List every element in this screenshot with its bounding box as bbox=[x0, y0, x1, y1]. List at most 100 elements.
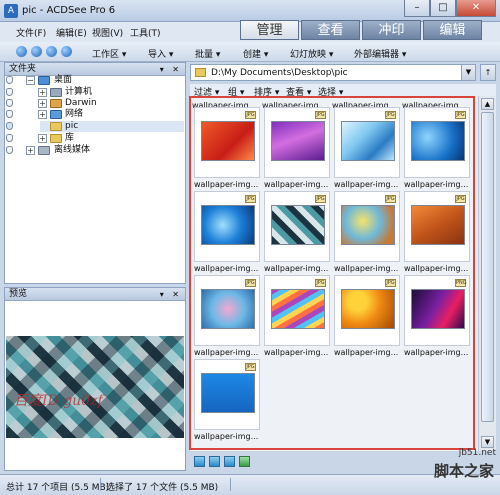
thumbnail-item[interactable]: JPG wallpaper-img... bbox=[404, 107, 472, 189]
expand-icon[interactable]: + bbox=[38, 134, 47, 143]
file-type-badge: JPG bbox=[245, 111, 256, 119]
collapse-icon[interactable]: − bbox=[26, 76, 35, 85]
thumbnail-item[interactable]: JPG wallpaper-img... bbox=[264, 275, 332, 357]
thumbnail-card[interactable]: JPG bbox=[264, 191, 330, 262]
file-name-label: wallpaper-img... bbox=[264, 264, 329, 273]
thumbnail-item[interactable]: JPG wallpaper-img... bbox=[264, 191, 332, 273]
thumbnail-size-icon[interactable] bbox=[209, 456, 220, 467]
thumbnail-card[interactable]: JPG bbox=[404, 107, 470, 178]
mode-tab-edit[interactable]: 编辑 bbox=[423, 20, 482, 40]
toolbar-import[interactable]: 导入 ▾ bbox=[148, 47, 173, 60]
pin-icon[interactable] bbox=[6, 146, 13, 154]
pin-icon[interactable] bbox=[6, 122, 13, 130]
file-type-badge: JPG bbox=[315, 279, 326, 287]
vertical-scrollbar[interactable]: ▲ ▼ bbox=[478, 96, 496, 451]
toolbar-external-editor[interactable]: 外部编辑器 ▾ bbox=[354, 47, 406, 60]
preview-image bbox=[6, 336, 184, 438]
menu-edit[interactable]: 编辑(E) bbox=[56, 26, 87, 39]
pin-icon[interactable] bbox=[6, 134, 13, 142]
tree-item-darwin[interactable]: + Darwin bbox=[0, 98, 186, 109]
thumbnail-card[interactable]: JPG bbox=[334, 107, 400, 178]
path-combobox[interactable]: D:\My Documents\Desktop\pic ▼ bbox=[190, 64, 476, 81]
thumbnail-image bbox=[341, 205, 395, 245]
menu-view[interactable]: 视图(V) bbox=[92, 26, 123, 39]
thumbnail-card[interactable]: JPG bbox=[194, 275, 260, 346]
thumbnail-card[interactable]: JPG bbox=[194, 359, 260, 430]
thumbnail-item[interactable]: JPG wallpaper-img... bbox=[194, 191, 262, 273]
view-mode-icon[interactable] bbox=[194, 456, 205, 467]
status-selected: 选择了 17 个文件 (5.5 MB) bbox=[106, 483, 219, 493]
pin-icon[interactable] bbox=[6, 76, 13, 84]
pin-icon[interactable] bbox=[6, 110, 13, 118]
thumbnail-card[interactable]: JPG bbox=[334, 275, 400, 346]
tree-item-desktop[interactable]: − 桌面 bbox=[0, 75, 186, 86]
toolbar-slideshow[interactable]: 幻灯放映 ▾ bbox=[290, 47, 333, 60]
thumbnail-card[interactable]: PNG bbox=[404, 275, 470, 346]
filter-bar: 过滤 ▾ 组 ▾ 排序 ▾ 查看 ▾ 选择 ▾ bbox=[190, 84, 496, 98]
up-folder-icon[interactable] bbox=[46, 46, 57, 57]
up-level-button[interactable]: ↑ bbox=[480, 64, 496, 81]
refresh-icon[interactable] bbox=[61, 46, 72, 57]
window-controls: – □ ✕ bbox=[404, 0, 496, 17]
thumbnail-item[interactable]: JPG wallpaper-img... bbox=[194, 107, 262, 189]
thumbnail-card[interactable]: JPG bbox=[264, 107, 330, 178]
close-button[interactable]: ✕ bbox=[456, 0, 496, 17]
forward-icon[interactable] bbox=[31, 46, 42, 57]
thumbnail-item[interactable]: JPG wallpaper-img... bbox=[264, 107, 332, 189]
thumbnail-card[interactable]: JPG bbox=[334, 191, 400, 262]
file-type-badge: JPG bbox=[455, 111, 466, 119]
dropdown-arrow-icon[interactable]: ▼ bbox=[461, 65, 475, 80]
scroll-thumb[interactable] bbox=[481, 112, 494, 422]
menu-tools[interactable]: 工具(T) bbox=[130, 26, 161, 39]
expand-icon[interactable]: + bbox=[26, 146, 35, 155]
toolbar-workspace[interactable]: 工作区 ▾ bbox=[92, 47, 126, 60]
file-name-label: wallpaper-img... bbox=[194, 432, 259, 441]
acdsee-app-icon: A bbox=[4, 4, 18, 18]
thumbnail-item[interactable]: JPG wallpaper-img... bbox=[404, 191, 472, 273]
slideshow-icon[interactable] bbox=[239, 456, 250, 467]
tree-item-network[interactable]: + 网络 bbox=[0, 109, 186, 120]
tree-label: Darwin bbox=[65, 98, 97, 108]
mode-tab-view[interactable]: 查看 bbox=[301, 20, 360, 40]
thumbnail-item[interactable]: JPG wallpaper-img... bbox=[194, 275, 262, 357]
pin-icon[interactable] bbox=[6, 88, 13, 96]
toolbar-batch[interactable]: 批量 ▾ bbox=[195, 47, 220, 60]
library-icon bbox=[50, 134, 62, 143]
user-folder-icon bbox=[50, 99, 62, 108]
mode-tab-manage[interactable]: 管理 bbox=[240, 20, 299, 40]
scroll-down-icon[interactable]: ▼ bbox=[481, 436, 494, 448]
panel-close-icon[interactable]: ▾ ✕ bbox=[160, 288, 182, 301]
maximize-button[interactable]: □ bbox=[430, 0, 456, 17]
thumbnail-item[interactable]: JPG wallpaper-img... bbox=[334, 107, 402, 189]
thumbnail-item[interactable]: JPG wallpaper-img... bbox=[334, 191, 402, 273]
tree-item-library[interactable]: + 库 bbox=[0, 133, 186, 144]
tree-item-pic[interactable]: pic bbox=[0, 121, 186, 132]
file-name-label: wallpaper-img... bbox=[404, 348, 469, 357]
expand-icon[interactable]: + bbox=[38, 99, 47, 108]
back-icon[interactable] bbox=[16, 46, 27, 57]
preview-panel-header: 预览 ▾ ✕ bbox=[5, 288, 185, 301]
thumbnail-item[interactable]: JPG wallpaper-img... bbox=[194, 359, 262, 441]
thumbnail-card[interactable]: JPG bbox=[194, 107, 260, 178]
mode-tab-develop[interactable]: 冲印 bbox=[362, 20, 421, 40]
tree-item-offline-media[interactable]: + 离线媒体 bbox=[0, 145, 186, 156]
menu-file[interactable]: 文件(F) bbox=[16, 26, 46, 39]
toolbar-create[interactable]: 创建 ▾ bbox=[243, 47, 268, 60]
thumbnail-image bbox=[411, 289, 465, 329]
expand-icon[interactable]: + bbox=[38, 88, 47, 97]
expand-icon[interactable]: + bbox=[38, 110, 47, 119]
scroll-up-icon[interactable]: ▲ bbox=[481, 98, 494, 110]
file-type-badge: JPG bbox=[385, 195, 396, 203]
file-type-badge: PNG bbox=[455, 279, 467, 287]
thumbnail-card[interactable]: JPG bbox=[264, 275, 330, 346]
tree-item-computer[interactable]: + 计算机 bbox=[0, 87, 186, 98]
minimize-button[interactable]: – bbox=[404, 0, 430, 17]
thumbnail-card[interactable]: JPG bbox=[194, 191, 260, 262]
file-name-label: wallpaper-img... bbox=[194, 264, 259, 273]
thumbnail-item[interactable]: PNG wallpaper-img... bbox=[404, 275, 472, 357]
refresh-icon[interactable] bbox=[224, 456, 235, 467]
thumbnail-card[interactable]: JPG bbox=[404, 191, 470, 262]
file-type-badge: JPG bbox=[245, 195, 256, 203]
thumbnail-item[interactable]: JPG wallpaper-img... bbox=[334, 275, 402, 357]
pin-icon[interactable] bbox=[6, 99, 13, 107]
